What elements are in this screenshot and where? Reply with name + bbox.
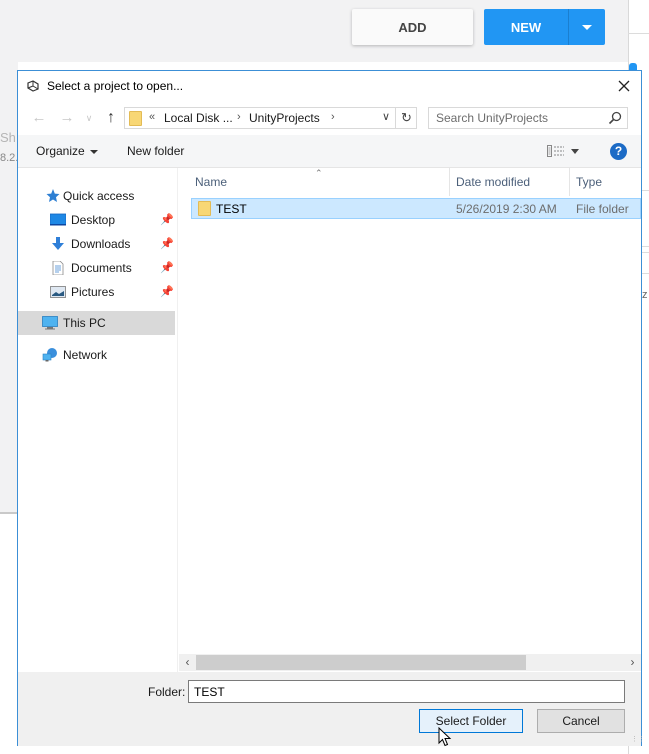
nav-item-downloads[interactable]: Downloads 📌 [18, 232, 175, 256]
file-type: File folder [576, 202, 629, 216]
command-toolbar: Organize New folder ? [18, 135, 641, 168]
dialog-titlebar: Select a project to open... [18, 71, 641, 101]
computer-icon [42, 316, 58, 330]
pin-icon[interactable]: 📌 [160, 213, 174, 226]
desktop-icon [50, 213, 66, 226]
organize-label: Organize [36, 144, 85, 158]
nav-label: Downloads [71, 237, 131, 251]
folder-icon [129, 111, 142, 126]
new-dropdown-button[interactable] [568, 9, 605, 45]
arrow-right-icon: → [59, 109, 75, 126]
pin-icon[interactable]: 📌 [160, 261, 174, 274]
help-button[interactable]: ? [610, 143, 627, 160]
background-partial-text: z [642, 289, 648, 301]
nav-label: Pictures [71, 285, 115, 299]
nav-label: Network [63, 348, 108, 362]
column-header-type[interactable]: Type [570, 168, 641, 196]
new-folder-button[interactable]: New folder [127, 144, 184, 158]
scrollbar-thumb[interactable] [196, 655, 526, 670]
search-box[interactable] [428, 107, 628, 129]
arrow-left-icon: ← [31, 109, 47, 126]
dialog-title: Select a project to open... [47, 79, 184, 93]
scroll-left-button[interactable]: ‹ [179, 654, 196, 671]
folder-icon [198, 201, 211, 216]
add-button[interactable]: ADD [352, 9, 473, 45]
select-folder-button[interactable]: Select Folder [419, 709, 523, 733]
nav-item-pictures[interactable]: Pictures 📌 [18, 280, 175, 304]
nav-label: Documents [71, 261, 132, 275]
resize-grip[interactable]: ⋮⋮ [631, 736, 645, 744]
breadcrumb-local-disk[interactable]: Local Disk ... [164, 111, 233, 125]
caret-down-icon [582, 24, 592, 30]
nav-label: Quick access [63, 189, 135, 203]
nav-item-desktop[interactable]: Desktop 📌 [18, 208, 175, 232]
breadcrumb-separator[interactable]: › [331, 111, 335, 123]
unity-logo-icon [27, 80, 39, 92]
forward-button[interactable]: → [56, 107, 78, 129]
view-details-icon[interactable] [547, 145, 565, 157]
nav-label: This PC [63, 316, 106, 330]
breadcrumb-overflow[interactable]: « [149, 111, 155, 123]
cancel-button[interactable]: Cancel [537, 709, 625, 733]
breadcrumb-unityprojects[interactable]: UnityProjects [249, 111, 320, 125]
navigation-bar: ← → ∨ ↑ « Local Disk ... › UnityProjects… [18, 101, 641, 135]
column-header-date-modified[interactable]: Date modified [450, 168, 570, 196]
nav-label: Desktop [71, 213, 116, 227]
pin-icon[interactable]: 📌 [160, 285, 174, 298]
new-button[interactable]: NEW [484, 9, 568, 45]
column-header-name[interactable]: Name [189, 168, 450, 196]
horizontal-scrollbar[interactable]: ‹ › [179, 654, 641, 671]
address-dropdown[interactable]: ∨ [379, 110, 393, 126]
navigation-pane: Quick access Desktop 📌 Downloads 📌 Docum… [18, 168, 178, 672]
nav-item-documents[interactable]: Documents 📌 [18, 256, 175, 280]
search-input[interactable] [429, 108, 605, 128]
scroll-right-button[interactable]: › [624, 654, 641, 671]
up-button[interactable]: ↑ [100, 107, 122, 129]
file-name: TEST [216, 202, 247, 216]
back-button[interactable]: ← [28, 107, 50, 129]
file-list: ⌃ Name Date modified Type TEST 5/26/2019… [179, 168, 641, 658]
folder-label: Folder: [148, 685, 186, 699]
recent-locations-button[interactable]: ∨ [82, 107, 96, 129]
dialog-footer: Folder: Select Folder Cancel ⋮⋮ [18, 672, 645, 746]
folder-input[interactable] [188, 680, 625, 703]
close-icon [618, 80, 630, 92]
nav-item-quick-access[interactable]: Quick access [18, 184, 175, 208]
file-date-modified: 5/26/2019 2:30 AM [456, 202, 557, 216]
network-icon [42, 348, 57, 362]
documents-icon [52, 261, 64, 275]
close-button[interactable] [611, 74, 637, 98]
pin-icon[interactable]: 📌 [160, 237, 174, 250]
select-project-dialog: Select a project to open... ← → ∨ ↑ « Lo… [17, 70, 645, 746]
caret-down-icon [89, 149, 98, 154]
address-bar[interactable]: « Local Disk ... › UnityProjects › ∨ ↻ [124, 107, 417, 129]
arrow-up-icon: ↑ [107, 109, 115, 126]
organize-button[interactable]: Organize [36, 144, 98, 158]
background-project-version: 8.2. [0, 152, 19, 164]
refresh-button[interactable]: ↻ [395, 108, 417, 128]
pictures-icon [50, 286, 66, 298]
file-row[interactable]: TEST 5/26/2019 2:30 AM File folder [191, 198, 641, 219]
nav-item-network[interactable]: Network [18, 343, 175, 367]
chevron-down-icon: ∨ [85, 113, 93, 123]
star-icon [46, 189, 60, 202]
divider [628, 33, 649, 34]
background-project-name: Sh [0, 130, 16, 145]
view-options-dropdown[interactable] [571, 149, 579, 154]
refresh-icon: ↻ [401, 110, 412, 125]
breadcrumb-separator[interactable]: › [237, 111, 241, 123]
downloads-icon [52, 237, 64, 250]
nav-item-this-pc[interactable]: This PC [18, 311, 175, 335]
search-icon [608, 111, 622, 125]
